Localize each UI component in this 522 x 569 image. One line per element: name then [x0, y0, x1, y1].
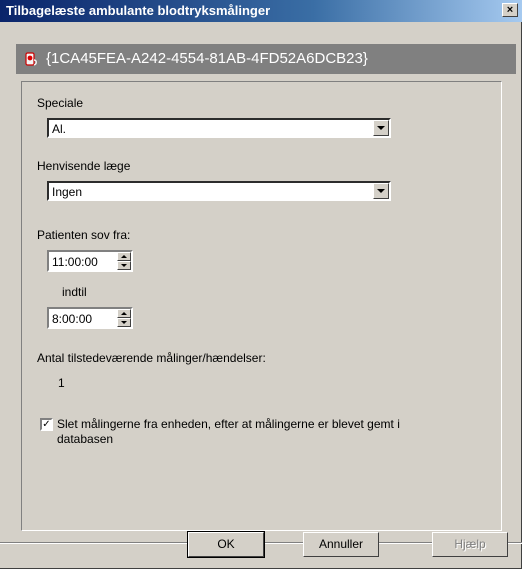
- speciale-value: Al.: [52, 122, 67, 136]
- spin-up-icon[interactable]: [117, 252, 131, 261]
- spin-up-icon[interactable]: [117, 309, 131, 318]
- henvisende-label: Henvisende læge: [37, 159, 131, 173]
- check-icon: ✓: [42, 419, 51, 430]
- close-button[interactable]: ×: [502, 3, 518, 17]
- dialog-window: Tilbagelæste ambulante blodtryksmålinger…: [0, 0, 522, 569]
- sleep-to-spinner: [117, 309, 131, 327]
- delete-after-save-checkbox[interactable]: ✓: [40, 418, 53, 431]
- sleep-from-label: Patienten sov fra:: [37, 228, 131, 242]
- title-bar[interactable]: Tilbagelæste ambulante blodtryksmålinger…: [0, 0, 522, 22]
- sleep-to-value: 8:00:00: [52, 312, 93, 326]
- blood-pressure-device-icon: [25, 52, 37, 66]
- sleep-from-value: 11:00:00: [52, 255, 98, 269]
- delete-after-save-label-line2: databasen: [57, 432, 114, 446]
- speciale-label: Speciale: [37, 96, 84, 110]
- speciale-select[interactable]: Al.: [47, 118, 391, 138]
- measurement-count-value: 1: [58, 376, 65, 390]
- cancel-button[interactable]: Annuller: [303, 532, 379, 557]
- settings-panel: [21, 81, 502, 531]
- help-button[interactable]: Hjælp: [432, 532, 508, 557]
- chevron-down-icon[interactable]: [373, 120, 389, 136]
- sleep-to-time-field[interactable]: 8:00:00: [47, 307, 133, 329]
- sleep-from-spinner: [117, 252, 131, 270]
- sleep-from-time-field[interactable]: 11:00:00: [47, 250, 133, 272]
- delete-after-save-label-line1: Slet målingerne fra enheden, efter at må…: [57, 417, 400, 431]
- henvisende-select[interactable]: Ingen: [47, 181, 391, 201]
- spin-down-icon[interactable]: [117, 261, 131, 270]
- close-icon: ×: [506, 4, 514, 16]
- measurement-count-label: Antal tilstedeværende målinger/hændelser…: [37, 351, 266, 365]
- chevron-down-icon[interactable]: [373, 183, 389, 199]
- device-id-text: {1CA45FEA-A242-4554-81AB-4FD52A6DCB23}: [46, 50, 368, 67]
- ok-button[interactable]: OK: [187, 531, 265, 558]
- window-title: Tilbagelæste ambulante blodtryksmålinger: [6, 3, 271, 18]
- sleep-to-label: indtil: [62, 285, 87, 299]
- device-id-bar: {1CA45FEA-A242-4554-81AB-4FD52A6DCB23}: [16, 44, 516, 74]
- spin-down-icon[interactable]: [117, 318, 131, 327]
- henvisende-value: Ingen: [52, 185, 83, 199]
